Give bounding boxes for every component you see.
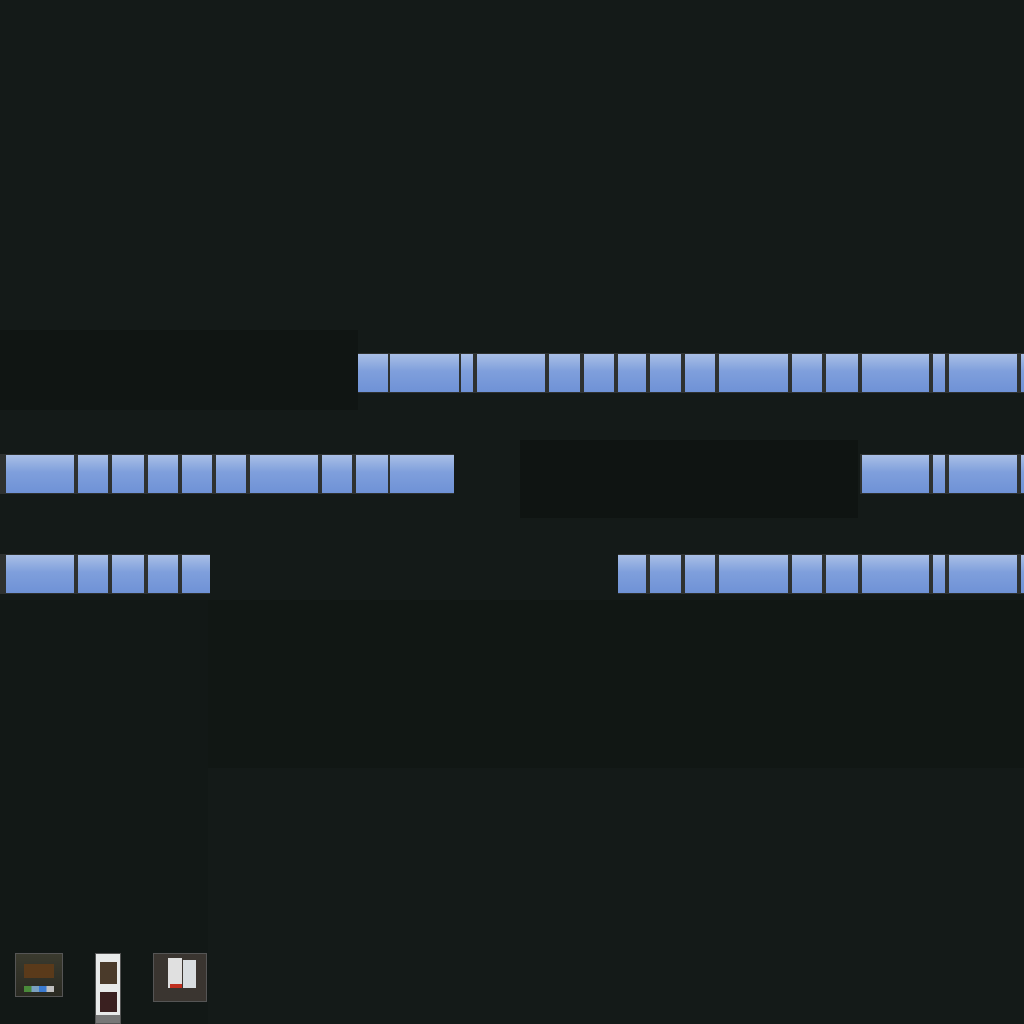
dark-band bbox=[520, 440, 858, 518]
window-pane bbox=[362, 354, 386, 392]
window-pane bbox=[250, 455, 318, 493]
window-pane bbox=[6, 555, 74, 593]
shopfront-sign bbox=[24, 964, 54, 978]
window-pane bbox=[148, 455, 178, 493]
window-pane bbox=[390, 455, 454, 493]
window-pane bbox=[148, 555, 178, 593]
window-pane bbox=[78, 555, 108, 593]
window-pane bbox=[685, 555, 715, 593]
window-pane bbox=[826, 555, 858, 593]
poster-accent bbox=[170, 984, 182, 988]
window-pane bbox=[584, 354, 614, 392]
window-pane bbox=[618, 555, 646, 593]
window-pane bbox=[322, 455, 352, 493]
window-pane bbox=[949, 455, 1017, 493]
window-strip-upper bbox=[358, 353, 1024, 393]
window-pane bbox=[792, 354, 822, 392]
window-pane bbox=[362, 455, 386, 493]
window-strip-lower-right bbox=[618, 554, 1024, 594]
window-pane bbox=[6, 455, 74, 493]
poster bbox=[183, 960, 196, 988]
door-lower-glass bbox=[100, 992, 117, 1012]
window-pane bbox=[719, 555, 788, 593]
window-pane bbox=[618, 354, 646, 392]
thumbnail-poster-window bbox=[153, 953, 207, 1002]
window-pane bbox=[933, 455, 945, 493]
door-upper-glass bbox=[100, 962, 117, 984]
window-pane bbox=[461, 354, 473, 392]
window-strip-middle-left bbox=[0, 454, 454, 494]
window-pane bbox=[862, 555, 929, 593]
dark-band bbox=[208, 600, 1024, 768]
window-pane bbox=[949, 354, 1017, 392]
window-pane bbox=[650, 555, 681, 593]
window-pane bbox=[949, 555, 1017, 593]
window-pane bbox=[549, 354, 580, 392]
window-pane bbox=[182, 455, 212, 493]
window-strip-middle-right bbox=[860, 454, 1024, 494]
thumbnail-door bbox=[95, 953, 121, 1024]
window-pane bbox=[862, 455, 929, 493]
window-pane bbox=[685, 354, 715, 392]
window-pane bbox=[477, 354, 545, 392]
window-pane bbox=[390, 354, 457, 392]
window-pane bbox=[719, 354, 788, 392]
window-pane bbox=[862, 354, 929, 392]
window-pane bbox=[112, 555, 144, 593]
window-pane bbox=[182, 555, 210, 593]
dark-band bbox=[0, 330, 358, 410]
door-step bbox=[96, 1015, 120, 1023]
window-pane bbox=[216, 455, 246, 493]
window-pane bbox=[650, 354, 681, 392]
window-pane bbox=[112, 455, 144, 493]
window-pane bbox=[78, 455, 108, 493]
window-pane bbox=[826, 354, 858, 392]
window-strip-lower-left bbox=[0, 554, 210, 594]
window-pane bbox=[792, 555, 822, 593]
thumbnail-shopfront bbox=[15, 953, 63, 997]
window-pane bbox=[933, 555, 945, 593]
shopfront-tiles bbox=[24, 986, 54, 992]
window-pane bbox=[933, 354, 945, 392]
